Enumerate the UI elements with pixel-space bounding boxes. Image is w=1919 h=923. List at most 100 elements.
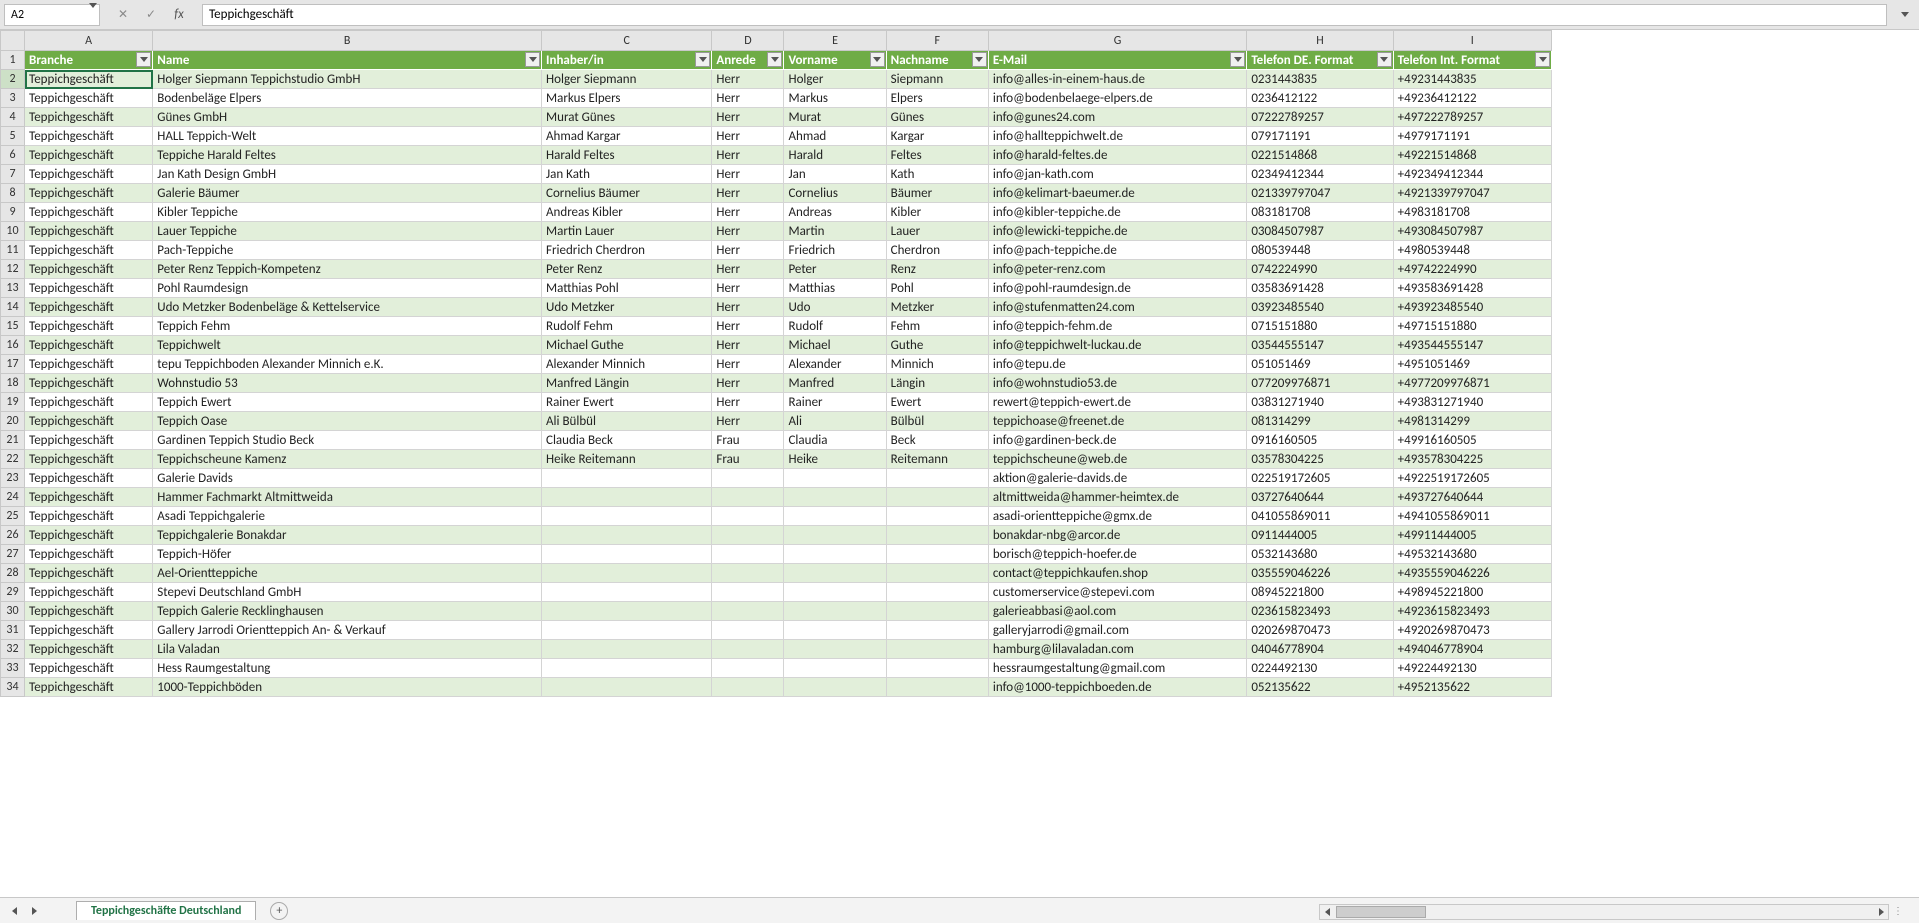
- cell[interactable]: [542, 507, 712, 526]
- column-header[interactable]: A: [25, 31, 153, 51]
- cell[interactable]: 07222789257: [1247, 108, 1393, 127]
- row-header[interactable]: 10: [1, 222, 25, 241]
- cell[interactable]: 1000-Teppichböden: [153, 678, 542, 697]
- cell[interactable]: Ewert: [886, 393, 988, 412]
- cell[interactable]: Teppichgeschäft: [25, 146, 153, 165]
- cell[interactable]: +494046778904: [1393, 640, 1551, 659]
- cell[interactable]: 0715151880: [1247, 317, 1393, 336]
- row-header[interactable]: 26: [1, 526, 25, 545]
- cell[interactable]: [784, 659, 886, 678]
- cell[interactable]: +493578304225: [1393, 450, 1551, 469]
- filter-dropdown-icon[interactable]: [695, 52, 710, 67]
- cell[interactable]: Teppichgeschäft: [25, 659, 153, 678]
- cell[interactable]: Feltes: [886, 146, 988, 165]
- cell[interactable]: Teppich Fehm: [153, 317, 542, 336]
- cell[interactable]: +493583691428: [1393, 279, 1551, 298]
- cell[interactable]: Teppichgeschäft: [25, 260, 153, 279]
- scroll-right-icon[interactable]: [1874, 905, 1888, 919]
- cell[interactable]: Günes GmbH: [153, 108, 542, 127]
- cell[interactable]: Harald Feltes: [542, 146, 712, 165]
- cell[interactable]: HALL Teppich-Welt: [153, 127, 542, 146]
- cell[interactable]: Teppichgeschäft: [25, 393, 153, 412]
- cell[interactable]: info@teppich-fehm.de: [988, 317, 1247, 336]
- cell[interactable]: Herr: [712, 260, 784, 279]
- row-header[interactable]: 30: [1, 602, 25, 621]
- cell[interactable]: Matthias Pohl: [542, 279, 712, 298]
- cell[interactable]: +49231443835: [1393, 70, 1551, 89]
- cell[interactable]: Metzker: [886, 298, 988, 317]
- cell[interactable]: Teppichgeschäft: [25, 640, 153, 659]
- cell[interactable]: +49224492130: [1393, 659, 1551, 678]
- cell[interactable]: Fehm: [886, 317, 988, 336]
- table-header-cell[interactable]: Telefon Int. Format: [1393, 51, 1551, 70]
- sheet-tab-active[interactable]: Teppichgeschäfte Deutschland: [76, 901, 256, 920]
- cell[interactable]: Udo: [784, 298, 886, 317]
- cell[interactable]: 03831271940: [1247, 393, 1393, 412]
- row-header[interactable]: 27: [1, 545, 25, 564]
- cell[interactable]: 02349412344: [1247, 165, 1393, 184]
- row-header[interactable]: 1: [1, 51, 25, 70]
- cell[interactable]: Teppichscheune Kamenz: [153, 450, 542, 469]
- confirm-icon[interactable]: ✓: [142, 6, 160, 24]
- cell[interactable]: 052135622: [1247, 678, 1393, 697]
- row-header[interactable]: 33: [1, 659, 25, 678]
- cell[interactable]: [712, 583, 784, 602]
- cell[interactable]: Claudia Beck: [542, 431, 712, 450]
- filter-dropdown-icon[interactable]: [1535, 52, 1550, 67]
- name-box[interactable]: A2: [4, 4, 100, 26]
- cell[interactable]: Murat: [784, 108, 886, 127]
- cell[interactable]: Holger Siepmann: [542, 70, 712, 89]
- cell[interactable]: Manfred: [784, 374, 886, 393]
- cell[interactable]: [712, 526, 784, 545]
- cell[interactable]: info@bodenbelaege-elpers.de: [988, 89, 1247, 108]
- cell[interactable]: Teppichgeschäft: [25, 469, 153, 488]
- cell[interactable]: 0221514868: [1247, 146, 1393, 165]
- cell[interactable]: [542, 678, 712, 697]
- cell[interactable]: Galerie Davids: [153, 469, 542, 488]
- cell[interactable]: [712, 507, 784, 526]
- row-header[interactable]: 13: [1, 279, 25, 298]
- cell[interactable]: [712, 678, 784, 697]
- cell[interactable]: Rudolf Fehm: [542, 317, 712, 336]
- cell[interactable]: Siepmann: [886, 70, 988, 89]
- cell[interactable]: 079171191: [1247, 127, 1393, 146]
- cell[interactable]: Peter: [784, 260, 886, 279]
- cell[interactable]: Beck: [886, 431, 988, 450]
- cell[interactable]: +4941055869011: [1393, 507, 1551, 526]
- cell[interactable]: Teppichgeschäft: [25, 89, 153, 108]
- cell[interactable]: +49916160505: [1393, 431, 1551, 450]
- cell[interactable]: +493084507987: [1393, 222, 1551, 241]
- filter-dropdown-icon[interactable]: [1230, 52, 1245, 67]
- cell[interactable]: [712, 640, 784, 659]
- cell[interactable]: Teppichgeschäft: [25, 545, 153, 564]
- row-header[interactable]: 19: [1, 393, 25, 412]
- cell[interactable]: Hess Raumgestaltung: [153, 659, 542, 678]
- filter-dropdown-icon[interactable]: [767, 52, 782, 67]
- cell[interactable]: Lauer: [886, 222, 988, 241]
- cell[interactable]: info@stufenmatten24.com: [988, 298, 1247, 317]
- row-header[interactable]: 31: [1, 621, 25, 640]
- cell[interactable]: 021339797047: [1247, 184, 1393, 203]
- cell[interactable]: +493544555147: [1393, 336, 1551, 355]
- cell[interactable]: Teppichgeschäft: [25, 564, 153, 583]
- cell[interactable]: rewert@teppich-ewert.de: [988, 393, 1247, 412]
- cell[interactable]: [542, 564, 712, 583]
- cell[interactable]: info@jan-kath.com: [988, 165, 1247, 184]
- cell[interactable]: [784, 488, 886, 507]
- cell[interactable]: Teppichgeschäft: [25, 279, 153, 298]
- cell[interactable]: +4922519172605: [1393, 469, 1551, 488]
- cell[interactable]: galleryjarrodi@gmail.com: [988, 621, 1247, 640]
- column-header[interactable]: F: [886, 31, 988, 51]
- cell[interactable]: Gardinen Teppich Studio Beck: [153, 431, 542, 450]
- cell[interactable]: +49532143680: [1393, 545, 1551, 564]
- cell[interactable]: Jan Kath Design GmbH: [153, 165, 542, 184]
- cell[interactable]: borisch@teppich-hoefer.de: [988, 545, 1247, 564]
- cell[interactable]: Cherdron: [886, 241, 988, 260]
- cell[interactable]: Teppich Galerie Recklinghausen: [153, 602, 542, 621]
- cell[interactable]: info@hallteppichwelt.de: [988, 127, 1247, 146]
- fx-icon[interactable]: fx: [170, 6, 188, 24]
- cell[interactable]: Teppichgeschäft: [25, 222, 153, 241]
- cell[interactable]: 0236412122: [1247, 89, 1393, 108]
- cell[interactable]: info@lewicki-teppiche.de: [988, 222, 1247, 241]
- cell[interactable]: +493831271940: [1393, 393, 1551, 412]
